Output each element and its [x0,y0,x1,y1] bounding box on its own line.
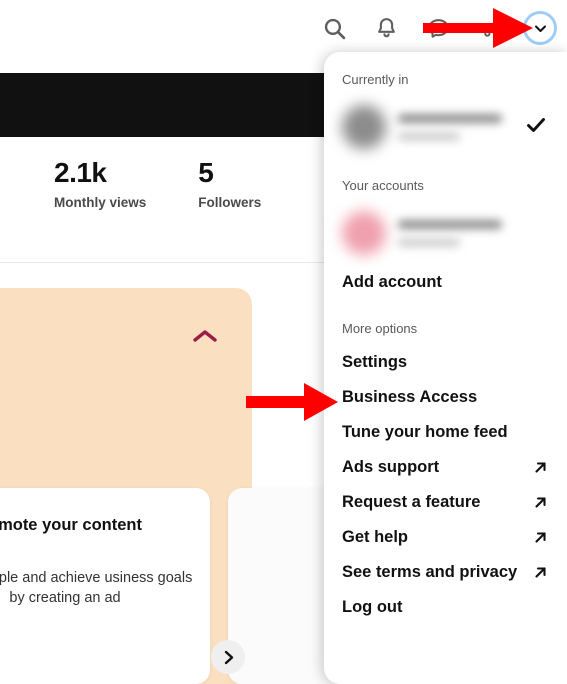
other-account-row[interactable] [342,202,549,264]
carousel-next-button[interactable] [211,640,245,674]
section-label-your-accounts: Your accounts [342,178,424,193]
section-label-more-options: More options [342,321,418,336]
menu-item-request-a-feature[interactable]: Request a feature [342,485,549,520]
avatar [342,105,386,149]
menu-item-ads-support[interactable]: Ads support [342,450,549,485]
account-name-blur [398,113,502,123]
promo-body: more people and achieve usiness goals by… [0,570,193,606]
stat-value: 5 [198,157,214,188]
stat-label: Followers [198,194,262,210]
menu-item-settings[interactable]: Settings [342,345,549,380]
search-icon[interactable] [315,9,353,47]
stat-value: 2.1k [54,157,107,188]
menu-item-label: Tune your home feed [342,423,508,441]
chevron-up-icon[interactable] [192,328,218,349]
menu-item-business-access[interactable]: Business Access [342,380,549,415]
menu-item-tune-your-home-feed[interactable]: Tune your home feed [342,415,549,450]
profile-stats: 2.1k Monthly views 5 Followers [0,157,327,238]
menu-item-label: Business Access [342,388,478,406]
promo-title: omote your content [0,516,142,534]
section-divider [0,262,327,263]
account-text-blurred [398,113,513,141]
add-account-item[interactable]: Add account [342,264,549,301]
menu-item-see-terms-and-privacy[interactable]: See terms and privacy [342,555,549,590]
external-link-icon [532,564,549,581]
menu-item-label: Get help [342,528,409,546]
stat-followers: 5 Followers [198,157,262,238]
profile-banner [0,73,327,137]
arrow-to-account-switcher [423,4,535,57]
check-icon [525,114,547,141]
stat-monthly-views: 2.1k Monthly views [54,157,147,238]
external-link-icon [532,459,549,476]
promo-card[interactable]: omote your content more people and achie… [0,488,210,684]
menu-item-label: Request a feature [342,493,481,511]
menu-item-label: Settings [342,353,408,371]
chevron-right-icon [224,650,233,664]
arrow-to-settings [246,381,340,428]
bell-icon[interactable] [367,9,405,47]
menu-item-log-out[interactable]: Log out [342,590,549,625]
external-link-icon [532,494,549,511]
account-name-blur [398,219,502,229]
menu-item-get-help[interactable]: Get help [342,520,549,555]
menu-item-label: See terms and privacy [342,563,518,581]
current-account-row[interactable] [342,96,549,158]
avatar [342,211,386,255]
menu-item-label: Log out [342,598,403,616]
app-root: 2.1k Monthly views 5 Followers omote you… [0,0,567,684]
menu-item-label: Ads support [342,458,440,476]
external-link-icon [532,529,549,546]
stat-label: Monthly views [54,194,147,210]
account-dropdown-panel: Currently in Your accounts Add account M… [324,52,567,684]
account-text-blurred [398,219,549,247]
account-handle-blur [398,237,460,247]
section-label-currently-in: Currently in [342,72,409,87]
account-handle-blur [398,131,460,141]
